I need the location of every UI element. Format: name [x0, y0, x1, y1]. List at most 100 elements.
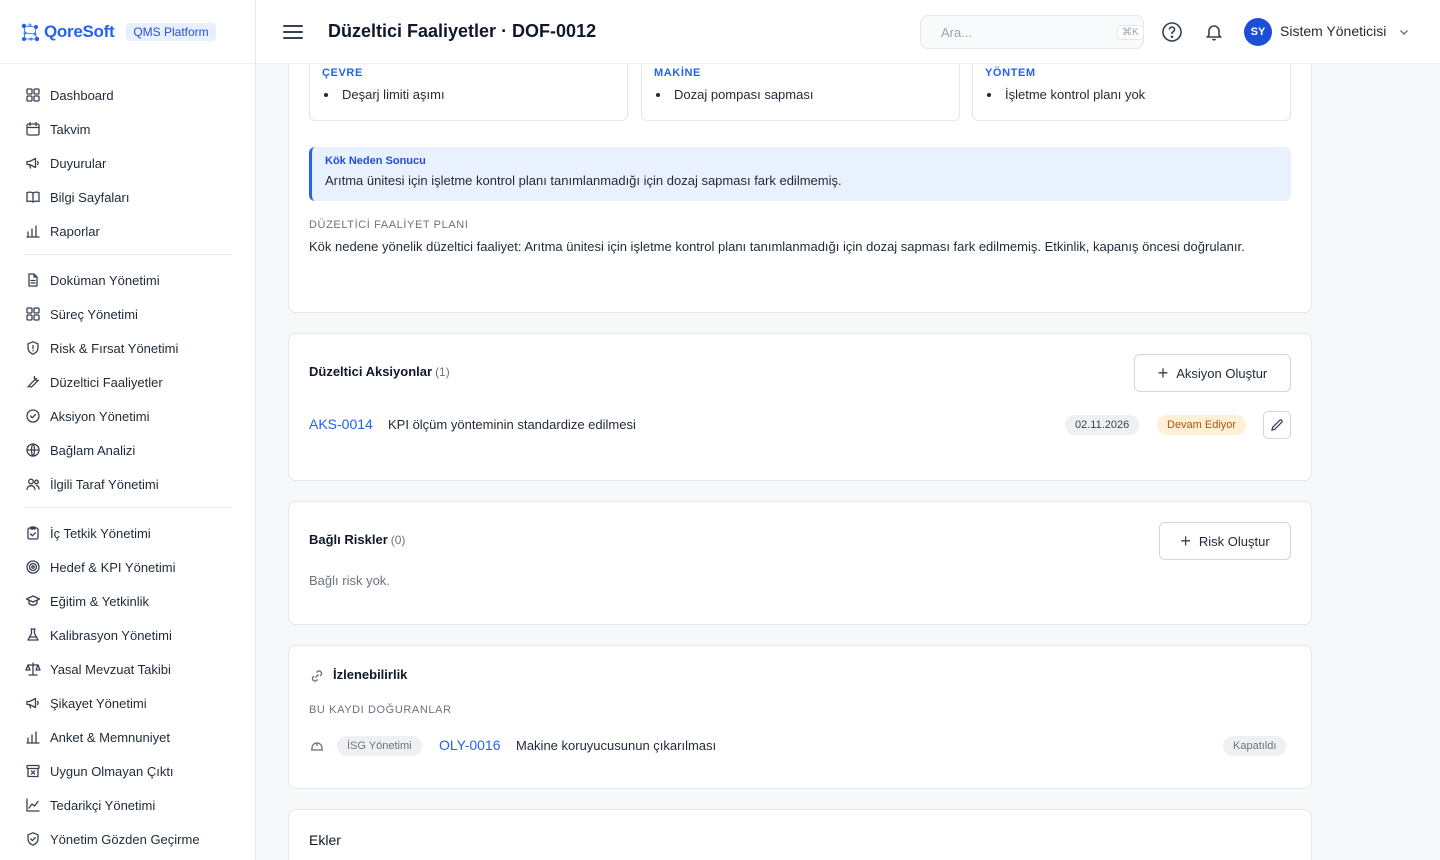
flask-icon [24, 626, 42, 644]
sidebar-item-bilgi-sayfaları[interactable]: Bilgi Sayfaları [24, 180, 231, 214]
page-title: Düzeltici Faaliyetler · DOF-0012 [328, 21, 597, 41]
shield-icon [24, 339, 42, 357]
clipboard-check-icon [24, 524, 42, 542]
sidebar-item-label: Şikayet Yönetimi [50, 695, 147, 711]
helmet-icon [311, 742, 323, 751]
root-cause-text: Arıtma ünitesi için işletme kontrol plan… [325, 173, 842, 188]
calendar-icon [24, 120, 42, 138]
sidebar-item-hedef-kpi-yönetimi[interactable]: Hedef & KPI Yönetimi [24, 550, 231, 584]
sidebar-item-doküman-yönetimi[interactable]: Doküman Yönetimi [24, 263, 231, 297]
sidebar-item-i-ç-tetkik-yönetimi[interactable]: İç Tetkik Yönetimi [24, 516, 231, 550]
sidebar-divider [24, 254, 231, 255]
cause-category-yontem: YÖNTEM İşletme kontrol planı yok [972, 64, 1291, 121]
sidebar-item-label: Düzeltici Faaliyetler [50, 374, 163, 390]
actions-section-title: Düzeltici Aksiyonlar (1) [309, 364, 450, 379]
create-action-label: Aksiyon Oluştur [1176, 365, 1268, 381]
cause-title: YÖNTEM [985, 67, 1036, 79]
help-icon[interactable] [1160, 20, 1184, 44]
menu-toggle-icon[interactable] [283, 21, 303, 43]
sidebar-item-süreç-yönetimi[interactable]: Süreç Yönetimi [24, 297, 231, 331]
attachments-title: Ekler [309, 832, 341, 848]
root-cause-title: Kök Neden Sonucu [325, 155, 426, 167]
root-cause-card: ÇEVRE Deşarj limiti aşımı MAKİNE Dozaj p… [288, 64, 1312, 313]
sidebar-item-label: Duyurular [50, 155, 107, 171]
sidebar-item-dashboard[interactable]: Dashboard [24, 78, 231, 112]
sidebar-item-şikayet-yönetimi[interactable]: Şikayet Yönetimi [24, 686, 231, 720]
search-box[interactable]: ⌘K [920, 15, 1144, 49]
sidebar-item-tedarikçi-yönetimi[interactable]: Tedarikçi Yönetimi [24, 788, 231, 822]
shield-check-icon [24, 830, 42, 848]
action-title: KPI ölçüm yönteminin standardize edilmes… [388, 417, 636, 432]
bar-chart-icon [24, 728, 42, 746]
linked-risks-card: Bağlı Riskler (0) + Risk Oluştur Bağlı ri… [288, 501, 1312, 625]
brand-logo[interactable]: QoreSoft [20, 21, 115, 42]
search-input[interactable] [941, 24, 1117, 40]
sidebar-item-label: Uygun Olmayan Çıktı [50, 763, 174, 779]
sidebar-item-duyurular[interactable]: Duyurular [24, 146, 231, 180]
traceability-subtitle: BU KAYDI DOĞURANLAR [309, 704, 452, 716]
book-icon [24, 188, 42, 206]
grid-icon [24, 305, 42, 323]
platform-badge: QMS Platform [126, 22, 216, 41]
traceability-card: İzlenebilirlik BU KAYDI DOĞURANLAR İSG Y… [288, 645, 1312, 789]
cause-item: Dozaj pompası sapması [654, 87, 947, 102]
sidebar-item-düzeltici-faaliyetler[interactable]: Düzeltici Faaliyetler [24, 365, 231, 399]
sidebar-item-label: Kalibrasyon Yönetimi [50, 627, 172, 643]
status-badge: Devam Ediyor [1157, 415, 1247, 435]
megaphone-icon [24, 154, 42, 172]
bell-icon[interactable] [1202, 20, 1226, 44]
brand-name: QoreSoft [44, 21, 115, 41]
check-circle-icon [24, 407, 42, 425]
chevron-down-icon[interactable] [1398, 26, 1410, 38]
link-icon [311, 670, 323, 682]
top-header: Düzeltici Faaliyetler · DOF-0012 ⌘K SY S… [256, 0, 1440, 64]
sidebar-item-bağlam-analizi[interactable]: Bağlam Analizi [24, 433, 231, 467]
action-due-date: 02.11.2026 [1065, 415, 1140, 435]
cause-item: İşletme kontrol planı yok [985, 87, 1278, 102]
create-risk-button[interactable]: + Risk Oluştur [1159, 522, 1291, 560]
sidebar-item-yasal-mevzuat-takibi[interactable]: Yasal Mevzuat Takibi [24, 652, 231, 686]
risks-title: Bağlı Riskler [309, 532, 388, 547]
sidebar-item-label: Yasal Mevzuat Takibi [50, 661, 171, 677]
user-name[interactable]: Sistem Yöneticisi [1280, 23, 1386, 39]
action-code-link[interactable]: AKS-0014 [309, 416, 373, 432]
sidebar-item-uygun-olmayan-çıktı[interactable]: Uygun Olmayan Çıktı [24, 754, 231, 788]
dashboard-icon [24, 86, 42, 104]
sidebar-item-takvim[interactable]: Takvim [24, 112, 231, 146]
cause-title: MAKİNE [654, 67, 701, 79]
create-action-button[interactable]: + Aksiyon Oluştur [1134, 354, 1291, 392]
sidebar-item-label: Anket & Memnuniyet [50, 729, 170, 745]
sidebar-item-label: Dashboard [50, 87, 114, 103]
user-avatar[interactable]: SY [1244, 18, 1272, 46]
document-icon [24, 271, 42, 289]
root-cause-result: Kök Neden Sonucu Arıtma ünitesi için işl… [309, 147, 1291, 201]
sidebar-item-anket-memnuniyet[interactable]: Anket & Memnuniyet [24, 720, 231, 754]
logo-mark-icon [21, 22, 40, 41]
users-icon [24, 475, 42, 493]
corrective-actions-card: Düzeltici Aksiyonlar (1) + Aksiyon Oluştu… [288, 333, 1312, 481]
edit-action-button[interactable] [1263, 411, 1291, 439]
cause-title: ÇEVRE [322, 67, 363, 79]
sidebar-divider [24, 507, 231, 508]
sidebar-item-aksiyon-yönetimi[interactable]: Aksiyon Yönetimi [24, 399, 231, 433]
megaphone-icon [24, 694, 42, 712]
sidebar-nav: Dashboard Takvim Duyurular Bilgi Sayfaları R… [0, 64, 255, 860]
main-content: ÇEVRE Deşarj limiti aşımı MAKİNE Dozaj p… [256, 64, 1440, 860]
sidebar-item-risk-fırsat-yönetimi[interactable]: Risk & Fırsat Yönetimi [24, 331, 231, 365]
sidebar-item-kalibrasyon-yönetimi[interactable]: Kalibrasyon Yönetimi [24, 618, 231, 652]
cause-category-makine: MAKİNE Dozaj pompası sapması [641, 64, 960, 121]
sidebar-item-yönetim-gözden-geçirme[interactable]: Yönetim Gözden Geçirme [24, 822, 231, 856]
cause-item: Deşarj limiti aşımı [322, 87, 615, 102]
actions-title: Düzeltici Aksiyonlar [309, 364, 433, 379]
sidebar-item-eğitim-yetkinlik[interactable]: Eğitim & Yetkinlik [24, 584, 231, 618]
source-record-title: Makine koruyucusunun çıkarılması [516, 738, 717, 753]
source-record-link[interactable]: OLY-0016 [439, 737, 501, 753]
sidebar-item-label: Raporlar [50, 223, 100, 239]
bar-chart-icon [24, 222, 42, 240]
sidebar-item-label: Takvim [50, 121, 91, 137]
status-badge: Kapatıldı [1223, 736, 1287, 756]
sidebar-item-raporlar[interactable]: Raporlar [24, 214, 231, 248]
sidebar-item-i-lgili-taraf-yönetimi[interactable]: İlgili Taraf Yönetimi [24, 467, 231, 501]
cause-category-cevre: ÇEVRE Deşarj limiti aşımı [309, 64, 628, 121]
create-risk-label: Risk Oluştur [1198, 533, 1270, 549]
